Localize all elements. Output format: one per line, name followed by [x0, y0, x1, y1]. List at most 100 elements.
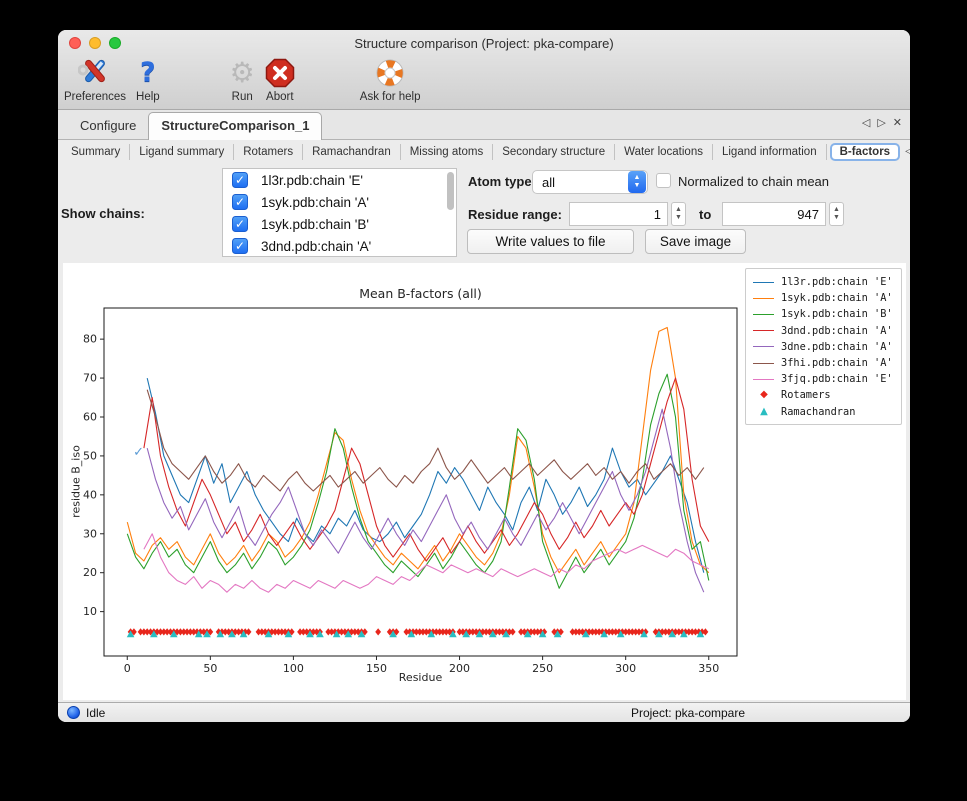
atom-type-value: all: [533, 175, 628, 190]
range-to-input[interactable]: 947: [722, 202, 826, 226]
chain-list[interactable]: ✓ 1l3r.pdb:chain 'E' ✓ 1syk.pdb:chain 'A' ✓ 1…: [222, 168, 457, 257]
title-bar[interactable]: Structure comparison (Project: pka-compa…: [58, 30, 910, 56]
svg-text:50: 50: [83, 449, 97, 462]
help-label: Help: [136, 91, 160, 103]
chain-checkbox[interactable]: ✓: [232, 194, 248, 210]
status-text: Idle: [86, 706, 105, 720]
show-chains-label: Show chains:: [61, 206, 145, 221]
legend-item: ▲ Ramachandran: [753, 404, 895, 420]
chain-list-item[interactable]: ✓ 1syk.pdb:chain 'B': [223, 213, 456, 235]
preferences-button[interactable]: Preferences: [64, 56, 126, 103]
legend-label: 3fjq.pdb:chain 'E': [781, 373, 893, 385]
window-header: Structure comparison (Project: pka-compa…: [58, 30, 910, 110]
abort-label: Abort: [266, 91, 294, 103]
range-from-input[interactable]: 1: [569, 202, 668, 226]
legend-label: 1syk.pdb:chain 'A': [781, 292, 893, 304]
subtab-missing-atoms[interactable]: Missing atoms: [401, 144, 494, 160]
tab-scroll-left-icon[interactable]: ◁: [862, 116, 870, 129]
help-button[interactable]: ? Help: [136, 56, 160, 103]
legend-line-swatch: [753, 282, 774, 283]
stray-check-icon: ✓: [133, 445, 144, 460]
atom-type-select[interactable]: all ▲▼: [532, 170, 648, 194]
range-from-stepper[interactable]: ▲▼: [671, 202, 686, 226]
abort-button[interactable]: Abort: [265, 56, 295, 103]
run-button[interactable]: ⚙ Run: [230, 56, 255, 103]
subtab-b-factors[interactable]: B-factors: [830, 143, 900, 161]
normalized-label: Normalized to chain mean: [678, 174, 829, 189]
legend-line-swatch: [753, 330, 774, 331]
save-image-button[interactable]: Save image: [645, 229, 746, 254]
tools-icon: [78, 56, 112, 90]
chart-ylabel: residue B_iso: [70, 442, 83, 522]
tab-configure[interactable]: Configure: [68, 113, 148, 139]
svg-text:10: 10: [83, 605, 97, 618]
chain-label: 3dnd.pdb:chain 'A': [261, 239, 371, 254]
subtab-bar: SummaryLigand summaryRotamersRamachandra…: [58, 140, 910, 163]
diamond-marker-icon: ◆: [760, 390, 768, 400]
status-indicator-icon: [67, 706, 80, 719]
chain-label: 1l3r.pdb:chain 'E': [261, 173, 363, 188]
ask-for-help-button[interactable]: Ask for help: [360, 56, 421, 103]
tab-scroll-right-icon[interactable]: ▷: [877, 116, 885, 129]
tab-bar: Configure StructureComparison_1 ◁ ▷ ✕: [58, 110, 910, 140]
legend-line-swatch: [753, 314, 774, 315]
legend-line-swatch: [753, 379, 774, 380]
legend-label: 1syk.pdb:chain 'B': [781, 308, 893, 320]
legend-line-swatch: [753, 363, 774, 364]
chain-list-item[interactable]: ✓ 1l3r.pdb:chain 'E': [223, 169, 456, 191]
chain-checkbox[interactable]: ✓: [232, 238, 248, 254]
legend-label: 1l3r.pdb:chain 'E': [781, 276, 893, 288]
chain-label: 1syk.pdb:chain 'B': [261, 217, 369, 232]
chain-checkbox[interactable]: ✓: [232, 172, 248, 188]
legend-label: 3dne.pdb:chain 'A': [781, 341, 893, 353]
chain-list-item[interactable]: ✓ 3dnd.pdb:chain 'A': [223, 235, 456, 257]
legend-label: 3dnd.pdb:chain 'A': [781, 325, 893, 337]
legend-item: ◆ Rotamers: [753, 387, 895, 403]
subtab-secondary-structure[interactable]: Secondary structure: [493, 144, 615, 160]
subtab-ligand-information[interactable]: Ligand information: [713, 144, 827, 160]
series-1syk-pdb-chain-A-: [127, 328, 709, 573]
tab-close-icon[interactable]: ✕: [893, 116, 902, 129]
subtab-scroll-left-icon[interactable]: ◁: [905, 146, 910, 157]
chain-label: 1syk.pdb:chain 'A': [261, 195, 369, 210]
question-icon: ?: [140, 56, 156, 90]
legend-label: Ramachandran: [781, 406, 855, 418]
chart-legend: 1l3r.pdb:chain 'E' 1syk.pdb:chain 'A' 1syk…: [745, 268, 902, 425]
legend-label: 3fhi.pdb:chain 'A': [781, 357, 893, 369]
subtab-ligand-summary[interactable]: Ligand summary: [130, 144, 234, 160]
write-values-button[interactable]: Write values to file: [467, 229, 634, 254]
lifebuoy-icon: [375, 56, 405, 90]
chain-list-scrollbar[interactable]: [447, 172, 454, 210]
legend-item: 3fhi.pdb:chain 'A': [753, 355, 895, 371]
subtab-ramachandran[interactable]: Ramachandran: [303, 144, 401, 160]
series-3dnd-pdb-chain-A-: [144, 378, 709, 561]
range-to-stepper[interactable]: ▲▼: [829, 202, 844, 226]
subtab-water-locations[interactable]: Water locations: [615, 144, 713, 160]
status-project: Project: pka-compare: [631, 706, 745, 720]
subtab-summary[interactable]: Summary: [62, 144, 130, 160]
tab-structurecomparison-1[interactable]: StructureComparison_1: [148, 112, 322, 140]
subtab-rotamers[interactable]: Rotamers: [234, 144, 303, 160]
chain-checkbox[interactable]: ✓: [232, 216, 248, 232]
ask-for-help-label: Ask for help: [360, 91, 421, 103]
chain-list-item[interactable]: ✓ 1syk.pdb:chain 'A': [223, 191, 456, 213]
legend-label: Rotamers: [781, 389, 831, 401]
select-stepper-icon: ▲▼: [628, 171, 646, 193]
normalized-checkbox[interactable]: [656, 173, 671, 188]
residue-range-label: Residue range:: [468, 207, 562, 222]
preferences-label: Preferences: [64, 91, 126, 103]
svg-text:60: 60: [83, 410, 97, 423]
legend-item: 1syk.pdb:chain 'B': [753, 306, 895, 322]
toolbar: Preferences ? Help ⚙ Run Abort: [58, 56, 910, 103]
gear-icon: ⚙: [230, 56, 255, 90]
series-3fhi-pdb-chain-A-: [147, 390, 704, 491]
series-3dne-pdb-chain-A-: [147, 409, 704, 592]
run-label: Run: [232, 91, 253, 103]
legend-item: 1l3r.pdb:chain 'E': [753, 274, 895, 290]
svg-text:30: 30: [83, 527, 97, 540]
legend-item: 3fjq.pdb:chain 'E': [753, 371, 895, 387]
legend-item: 1syk.pdb:chain 'A': [753, 290, 895, 306]
window-title: Structure comparison (Project: pka-compa…: [58, 36, 910, 51]
triangle-marker-icon: ▲: [760, 407, 768, 417]
status-bar: Idle Project: pka-compare: [58, 702, 910, 722]
